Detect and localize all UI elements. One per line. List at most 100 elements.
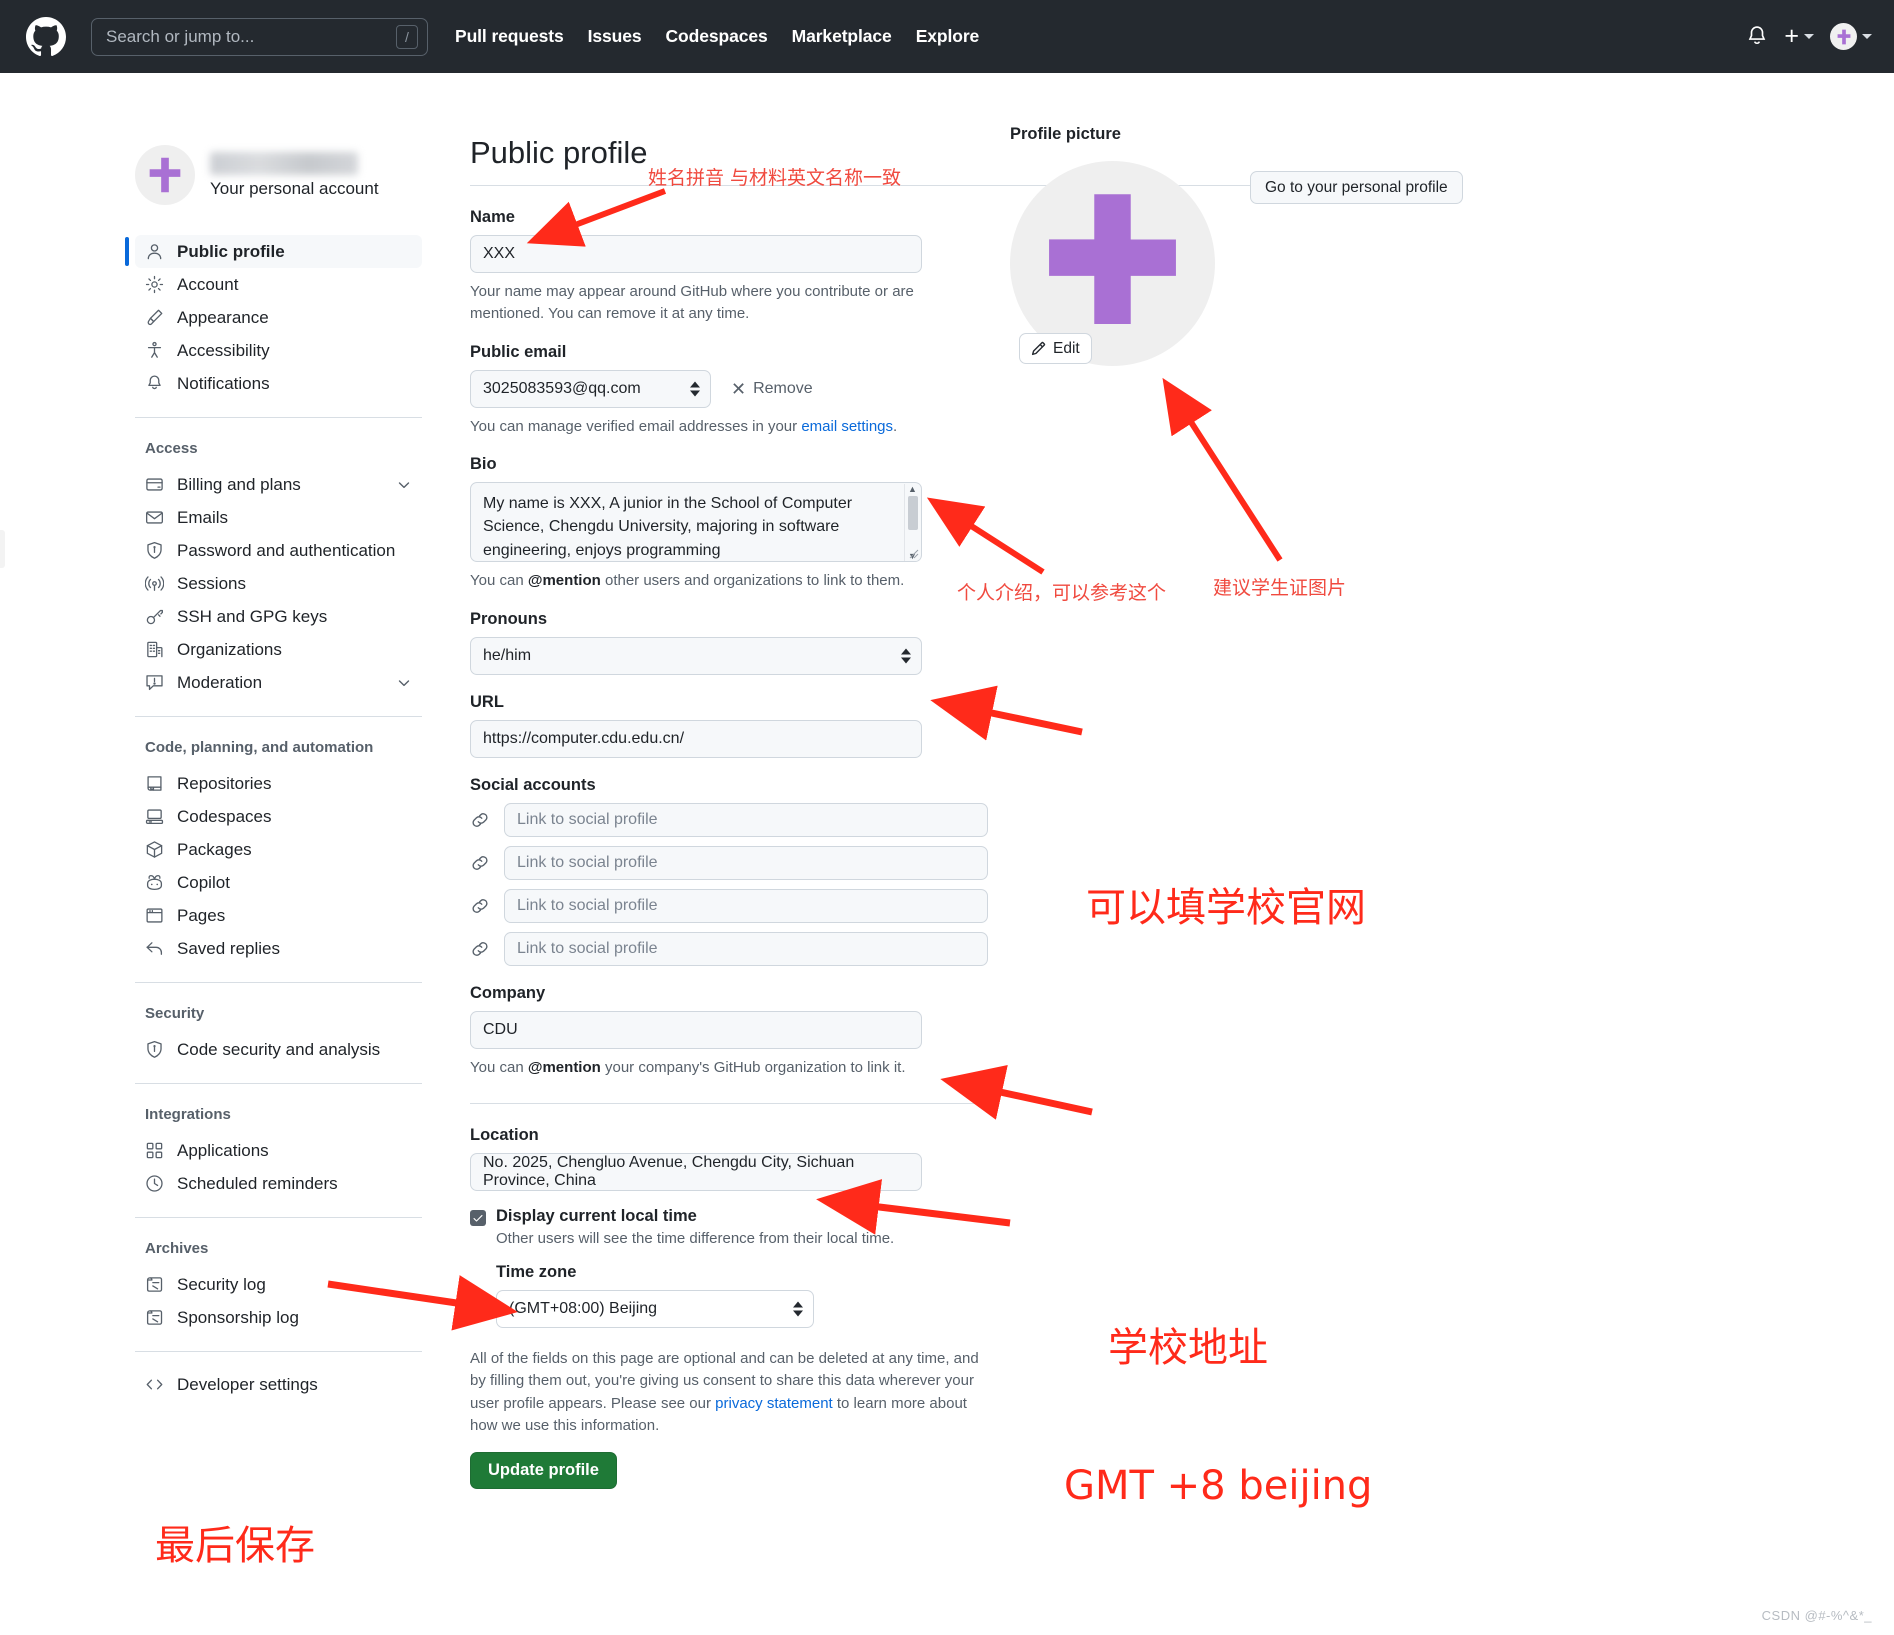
remove-email-button[interactable]: ✕ Remove	[731, 380, 813, 398]
sidebar-item-label: Pages	[177, 905, 226, 925]
update-profile-button[interactable]: Update profile	[470, 1451, 617, 1489]
create-new-menu[interactable]: +	[1784, 24, 1814, 49]
resize-grip-icon[interactable]	[909, 549, 919, 559]
display-local-time-row[interactable]: Display current local time Other users w…	[470, 1207, 1260, 1247]
sidebar-item-repositories[interactable]: Repositories	[135, 767, 422, 800]
field-company: Company CDU You can @mention your compan…	[470, 984, 1260, 1079]
location-input[interactable]: No. 2025, Chengluo Avenue, Chengdu City,…	[470, 1152, 922, 1191]
pencil-icon	[1031, 341, 1046, 356]
edit-profile-picture-button[interactable]: Edit	[1019, 333, 1092, 364]
nav-explore[interactable]: Explore	[916, 26, 980, 47]
sidebar-group-label: Access	[145, 440, 198, 457]
social-profile-input-3[interactable]: Link to social profile	[504, 889, 988, 923]
name-input[interactable]: XXX	[470, 235, 922, 273]
social-profile-input-4[interactable]: Link to social profile	[504, 932, 988, 966]
public-email-select[interactable]: 3025083593@qq.com	[470, 369, 711, 408]
social-profile-input-1[interactable]: Link to social profile	[504, 803, 988, 837]
notification-bell-icon[interactable]	[1746, 25, 1768, 49]
sidebar-item-public-profile[interactable]: Public profile	[125, 235, 422, 268]
sidebar-item-code-security-and-analysis[interactable]: Code security and analysis	[135, 1033, 422, 1066]
sidebar-item-billing-and-plans[interactable]: Billing and plans	[135, 468, 422, 501]
timezone-select[interactable]: (GMT+08:00) Beijing	[496, 1289, 814, 1328]
bio-textarea[interactable]: My name is XXX, A junior in the School o…	[470, 482, 922, 563]
sidebar-item-label: Accessibility	[177, 340, 270, 360]
sidebar-item-notifications[interactable]: Notifications	[135, 367, 422, 400]
annotation-location-note: 学校地址	[1108, 1325, 1268, 1371]
location-label: Location	[470, 1125, 539, 1144]
sidebar-item-label: Scheduled reminders	[177, 1173, 338, 1193]
search-input[interactable]: Search or jump to... /	[91, 17, 428, 56]
package-icon	[145, 840, 164, 859]
url-input[interactable]: https://computer.cdu.edu.cn/	[470, 720, 922, 758]
legal-text: All of the fields on this page are optio…	[470, 1348, 985, 1438]
chevron-down-icon[interactable]	[396, 477, 412, 493]
public-email-hint-prefix: You can manage verified email addresses …	[470, 417, 802, 435]
sidebar-item-applications[interactable]: Applications	[135, 1134, 422, 1167]
sidebar-item-sessions[interactable]: Sessions	[135, 567, 422, 600]
sidebar-item-codespaces[interactable]: Codespaces	[135, 800, 422, 833]
annotation-save-note: 最后保存	[155, 1523, 315, 1569]
sidebar-item-moderation[interactable]: Moderation	[135, 666, 422, 699]
email-settings-link[interactable]: email settings	[801, 418, 893, 435]
nav-marketplace[interactable]: Marketplace	[792, 26, 892, 47]
log-icon	[145, 1275, 164, 1294]
sidebar-item-label: Public profile	[177, 241, 285, 261]
scrollbar-thumb[interactable]	[908, 496, 918, 531]
reply-icon	[145, 939, 164, 958]
nav-codespaces[interactable]: Codespaces	[666, 26, 768, 47]
bio-label: Bio	[470, 455, 497, 474]
field-location: Location No. 2025, Chengluo Avenue, Chen…	[470, 1126, 1260, 1328]
mention-keyword: @mention	[527, 572, 601, 590]
sidebar-item-scheduled-reminders[interactable]: Scheduled reminders	[135, 1167, 422, 1200]
nav-pull-requests[interactable]: Pull requests	[455, 26, 564, 47]
remove-email-label: Remove	[753, 379, 813, 397]
sidebar-item-packages[interactable]: Packages	[135, 833, 422, 866]
profile-picture-section: Profile picture Edit	[1010, 125, 1460, 366]
sidebar-item-label: Sessions	[177, 573, 246, 593]
company-input[interactable]: CDU	[470, 1011, 922, 1049]
plus-icon: +	[1784, 22, 1799, 50]
sidebar-item-copilot[interactable]: Copilot	[135, 866, 422, 899]
field-social-accounts: Social accounts Link to social profile Li…	[470, 776, 1260, 966]
sidebar-item-developer-settings[interactable]: Developer settings	[135, 1368, 422, 1401]
nav-issues[interactable]: Issues	[588, 26, 642, 47]
display-local-time-checkbox[interactable]	[470, 1209, 486, 1226]
sidebar-item-organizations[interactable]: Organizations	[135, 633, 422, 666]
sidebar-item-saved-replies[interactable]: Saved replies	[135, 932, 422, 965]
sidebar-item-sponsorship-log[interactable]: Sponsorship log	[135, 1301, 422, 1334]
sidebar-item-accessibility[interactable]: Accessibility	[135, 334, 422, 367]
select-updown-icon	[793, 1301, 803, 1317]
sidebar-item-emails[interactable]: Emails	[135, 501, 422, 534]
repo-icon	[145, 774, 164, 793]
field-bio: Bio My name is XXX, A junior in the Scho…	[470, 455, 1260, 592]
pronouns-select[interactable]: he/him	[470, 637, 922, 675]
codespaces-icon	[145, 807, 164, 826]
account-menu[interactable]	[1830, 23, 1872, 50]
social-account-row: Link to social profile	[470, 932, 1260, 966]
sidebar-item-appearance[interactable]: Appearance	[135, 301, 422, 334]
settings-sidebar: Your personal account Public profile Acco…	[0, 83, 422, 1489]
sidebar-item-ssh-and-gpg-keys[interactable]: SSH and GPG keys	[135, 600, 422, 633]
sidebar-item-security-log[interactable]: Security log	[135, 1268, 422, 1301]
sidebar-item-label: Code security and analysis	[177, 1039, 381, 1059]
browser-icon	[145, 906, 164, 925]
sidebar-item-password-and-authentication[interactable]: Password and authentication	[135, 534, 422, 567]
link-icon	[470, 939, 490, 959]
avatar[interactable]	[135, 145, 195, 205]
sidebar-group-label: Security	[145, 1005, 205, 1022]
privacy-statement-link[interactable]: privacy statement	[715, 1395, 833, 1412]
github-mark-icon[interactable]	[26, 16, 66, 57]
sidebar-item-label: Copilot	[177, 872, 230, 892]
apps-grid-icon	[145, 1141, 164, 1160]
annotation-url-note: 可以填学校官网	[1086, 885, 1366, 931]
person-icon	[145, 242, 164, 261]
chevron-down-icon[interactable]	[396, 675, 412, 691]
sidebar-item-label: Appearance	[177, 307, 269, 327]
company-hint-suffix: your company's GitHub organization to li…	[600, 1059, 906, 1076]
sidebar-group-label: Code, planning, and automation	[145, 739, 374, 756]
sidebar-item-label: Security log	[177, 1274, 266, 1294]
sidebar-item-account[interactable]: Account	[135, 268, 422, 301]
sidebar-item-pages[interactable]: Pages	[135, 899, 422, 932]
sidebar-item-label: Repositories	[177, 773, 272, 793]
social-profile-input-2[interactable]: Link to social profile	[504, 846, 988, 880]
